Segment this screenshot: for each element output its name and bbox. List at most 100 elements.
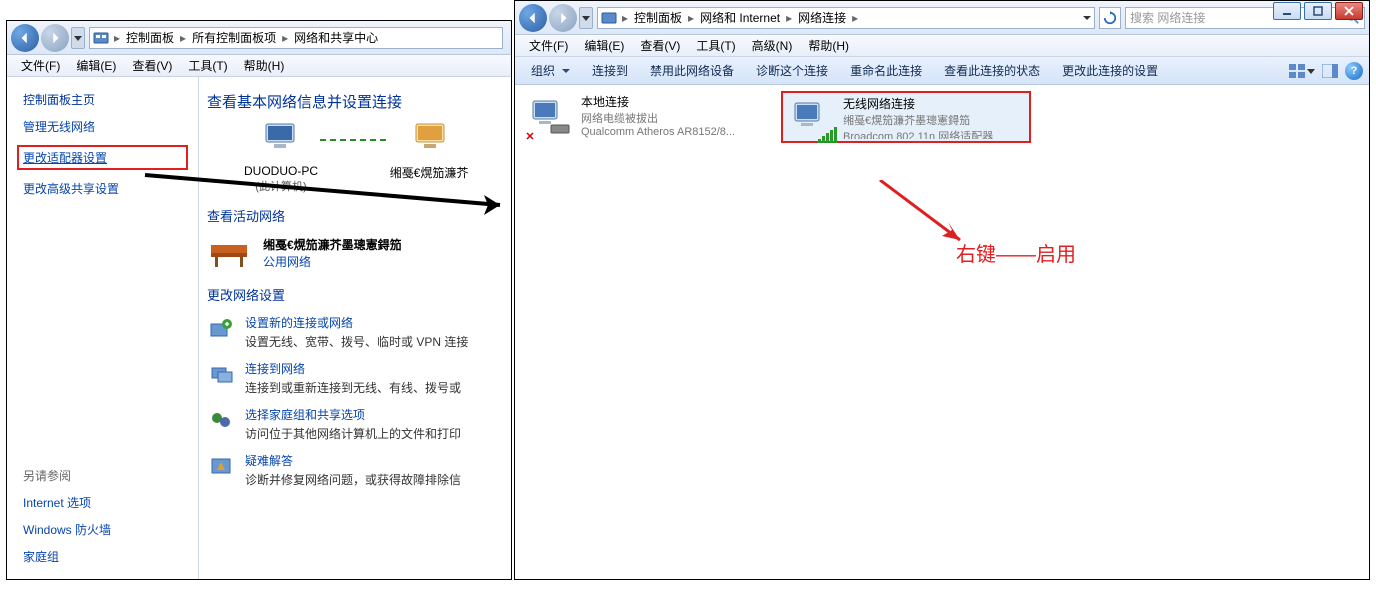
network-name: 缃戞€熀笳濂芥 (374, 164, 484, 181)
sidebar-link-adapter-settings[interactable]: 更改适配器设置 (23, 149, 182, 166)
window-network-sharing-center: ▸ 控制面板 ▸ 所有控制面板项 ▸ 网络和共享中心 文件(F) 编辑(E) 查… (6, 20, 512, 580)
connection-adapter: Qualcomm Atheros AR8152/8... (581, 126, 767, 138)
tool-view-status[interactable]: 查看此连接的状态 (934, 59, 1050, 82)
breadcrumb-item[interactable]: 网络连接 (794, 9, 850, 26)
close-button[interactable] (1335, 2, 1363, 20)
breadcrumb[interactable]: ▸ 控制面板 ▸ 所有控制面板项 ▸ 网络和共享中心 (89, 27, 503, 49)
connection-status: 网络电缆被拔出 (581, 110, 767, 126)
see-also-heading: 另请参阅 (23, 467, 182, 484)
minimize-button[interactable] (1273, 2, 1301, 20)
new-connection-icon (207, 314, 235, 342)
change-settings-section-title: 更改网络设置 (207, 285, 503, 304)
breadcrumb-item[interactable]: 网络和共享中心 (290, 29, 382, 46)
network-diagram (207, 122, 503, 158)
connections-area: ✕ 本地连接 网络电缆被拔出 Qualcomm Atheros AR8152/8… (515, 85, 1369, 579)
menu-file[interactable]: 文件(F) (13, 55, 68, 76)
troubleshoot-link[interactable]: 疑难解答 (245, 452, 503, 469)
annotation-text: 右键——启用 (956, 238, 1076, 267)
setup-new-connection-link[interactable]: 设置新的连接或网络 (245, 314, 503, 331)
breadcrumb-item[interactable]: 所有控制面板项 (188, 29, 280, 46)
network-folder-icon (600, 9, 618, 27)
troubleshoot-icon (207, 452, 235, 480)
preview-pane-button[interactable] (1317, 60, 1343, 82)
nav-history-dropdown[interactable] (71, 27, 85, 49)
active-network-type[interactable]: 公用网络 (263, 253, 402, 270)
tool-connect-to[interactable]: 连接到 (582, 59, 638, 82)
pc-name: DUODUO-PC (226, 164, 336, 178)
refresh-button[interactable] (1099, 7, 1121, 29)
maximize-button[interactable] (1304, 2, 1332, 20)
homegroup-sharing-desc: 访问位于其他网络计算机上的文件和打印 (245, 425, 503, 442)
chevron-right-icon: ▸ (280, 31, 290, 45)
page-title: 查看基本网络信息并设置连接 (207, 91, 503, 112)
breadcrumb-item[interactable]: 控制面板 (630, 9, 686, 26)
network-icon (410, 122, 450, 158)
connect-to-network-desc: 连接到或重新连接到无线、有线、拨号或 (245, 379, 503, 396)
menu-file[interactable]: 文件(F) (521, 35, 576, 56)
sidebar: 控制面板主页 管理无线网络 更改适配器设置 更改高级共享设置 另请参阅 Inte… (7, 77, 199, 579)
connection-adapter: Broadcom 802.11n 网络适配器 (843, 128, 1025, 139)
forward-button[interactable] (549, 4, 577, 32)
sidebar-title: 控制面板主页 (23, 91, 182, 108)
connect-network-icon (207, 360, 235, 388)
chevron-right-icon: ▸ (112, 31, 122, 45)
menu-tools[interactable]: 工具(T) (180, 55, 235, 76)
this-pc-icon (260, 122, 300, 158)
menu-bar: 文件(F) 编辑(E) 查看(V) 工具(T) 帮助(H) (7, 55, 511, 77)
connection-status: 缃戞€熀笳濂芥墨璁憲鍀笳 (843, 112, 1025, 128)
menu-help[interactable]: 帮助(H) (800, 35, 857, 56)
see-also-homegroup[interactable]: 家庭组 (23, 548, 182, 565)
back-button[interactable] (11, 24, 39, 52)
connection-title: 无线网络连接 (843, 95, 1025, 112)
chevron-down-icon[interactable] (1082, 13, 1092, 23)
error-x-icon: ✕ (523, 129, 537, 143)
setup-new-connection-desc: 设置无线、宽带、拨号、临时或 VPN 连接 (245, 333, 503, 350)
breadcrumb-item[interactable]: 网络和 Internet (696, 9, 784, 26)
connection-wireless[interactable]: 无线网络连接 缃戞€熀笳濂芥墨璁憲鍀笳 Broadcom 802.11n 网络适… (781, 91, 1031, 143)
see-also-firewall[interactable]: Windows 防火墙 (23, 521, 182, 538)
nav-bar: ▸ 控制面板 ▸ 所有控制面板项 ▸ 网络和共享中心 (7, 21, 511, 55)
homegroup-icon (207, 406, 235, 434)
main-content: 查看基本网络信息并设置连接 DUODUO-PC (此计算机) 缃戞€熀笳濂芥 (199, 77, 511, 579)
see-also-internet-options[interactable]: Internet 选项 (23, 494, 182, 511)
sidebar-link-manage-wireless[interactable]: 管理无线网络 (23, 118, 182, 135)
menu-bar: 文件(F) 编辑(E) 查看(V) 工具(T) 高级(N) 帮助(H) (515, 35, 1369, 57)
signal-bars-icon (818, 127, 837, 143)
tool-disable-device[interactable]: 禁用此网络设备 (640, 59, 744, 82)
back-button[interactable] (519, 4, 547, 32)
breadcrumb[interactable]: ▸ 控制面板 ▸ 网络和 Internet ▸ 网络连接 ▸ (597, 7, 1095, 29)
chevron-right-icon: ▸ (850, 11, 860, 25)
connect-to-network-link[interactable]: 连接到网络 (245, 360, 503, 377)
menu-tools[interactable]: 工具(T) (688, 35, 743, 56)
tool-rename[interactable]: 重命名此连接 (840, 59, 932, 82)
connection-local[interactable]: ✕ 本地连接 网络电缆被拔出 Qualcomm Atheros AR8152/8… (521, 91, 771, 143)
control-panel-icon (92, 29, 110, 47)
menu-view[interactable]: 查看(V) (124, 55, 180, 76)
troubleshoot-desc: 诊断并修复网络问题，或获得故障排除信 (245, 471, 503, 488)
menu-edit[interactable]: 编辑(E) (68, 55, 124, 76)
nav-history-dropdown[interactable] (579, 7, 593, 29)
chevron-right-icon: ▸ (620, 11, 630, 25)
view-options-button[interactable] (1289, 60, 1315, 82)
pc-sublabel: (此计算机) (226, 178, 336, 194)
help-button[interactable]: ? (1345, 62, 1363, 80)
active-network-section-title: 查看活动网络 (207, 206, 503, 225)
window-network-connections: ▸ 控制面板 ▸ 网络和 Internet ▸ 网络连接 ▸ 搜索 网络连接 文… (514, 0, 1370, 580)
lan-disconnected-icon: ✕ (525, 93, 573, 141)
menu-view[interactable]: 查看(V) (632, 35, 688, 56)
chevron-right-icon: ▸ (686, 11, 696, 25)
connection-title: 本地连接 (581, 93, 767, 110)
menu-advanced[interactable]: 高级(N) (744, 35, 801, 56)
breadcrumb-item[interactable]: 控制面板 (122, 29, 178, 46)
sidebar-link-advanced-sharing[interactable]: 更改高级共享设置 (23, 180, 182, 197)
tool-organize[interactable]: 组织 (521, 59, 580, 82)
wifi-connection-icon (787, 95, 835, 143)
bench-icon (207, 233, 251, 273)
menu-help[interactable]: 帮助(H) (236, 55, 293, 76)
forward-button[interactable] (41, 24, 69, 52)
menu-edit[interactable]: 编辑(E) (576, 35, 632, 56)
search-placeholder: 搜索 网络连接 (1130, 9, 1205, 26)
tool-diagnose[interactable]: 诊断这个连接 (746, 59, 838, 82)
tool-change-settings[interactable]: 更改此连接的设置 (1052, 59, 1168, 82)
homegroup-sharing-link[interactable]: 选择家庭组和共享选项 (245, 406, 503, 423)
